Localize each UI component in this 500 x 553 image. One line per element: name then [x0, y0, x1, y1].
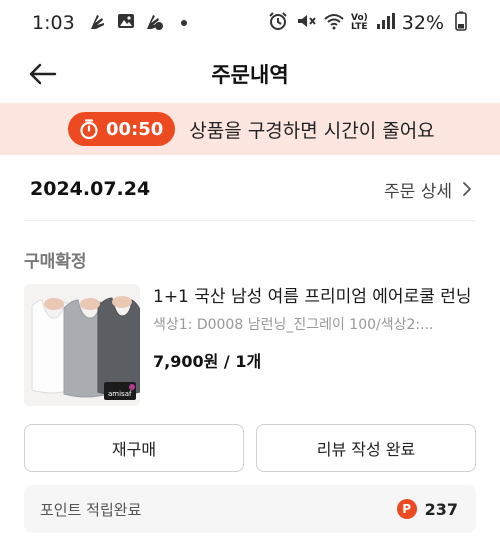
chevron-right-icon [463, 182, 471, 196]
order-detail-link[interactable]: 주문 상세 [384, 177, 474, 202]
wifi-icon [323, 11, 345, 36]
review-complete-button[interactable]: 리뷰 작성 완료 [256, 424, 476, 472]
hand-notification-icon [87, 11, 109, 36]
status-right-icons: Vo) LTE 32% [267, 11, 472, 36]
timer-message: 상품을 구경하면 시간이 줄어요 [189, 119, 435, 142]
product-name[interactable]: 1+1 국산 남성 여름 프리미엄 에어로쿨 런닝 [153, 284, 477, 310]
status-left-icons [87, 11, 187, 36]
page-title: 주문내역 [211, 63, 289, 87]
back-button[interactable] [22, 56, 62, 92]
status-bar: 1:03 Vo) LTE 32% [0, 0, 500, 46]
arrow-left-icon [29, 63, 57, 85]
battery-icon [450, 11, 472, 36]
order-status: 구매확정 [24, 252, 87, 272]
product-price: 7,900원 / 1개 [153, 352, 262, 371]
points-icon: P [396, 499, 417, 519]
signal-icon [374, 11, 396, 36]
order-date: 2024.07.24 [30, 178, 151, 200]
points-label: 포인트 적립완료 [40, 500, 142, 519]
product-option: 색상1: D0008 남런닝_진그레이 100/색상2:... [153, 317, 434, 333]
points-row: 포인트 적립완료 P 237 [24, 485, 476, 533]
points-value: 237 [424, 499, 458, 519]
rebuy-button[interactable]: 재구매 [24, 424, 244, 472]
timer-pill: 00:50 [68, 112, 176, 146]
action-buttons: 재구매 리뷰 작성 완료 [24, 424, 476, 472]
product-info: 1+1 국산 남성 여름 프리미엄 에어로쿨 런닝 색상1: D0008 남런닝… [153, 284, 477, 410]
brand-tag-text: amisaf [108, 390, 132, 398]
order-header: 2024.07.24 주문 상세 [0, 160, 500, 218]
lte-icon: Vo) LTE [350, 13, 368, 32]
product-thumbnail[interactable]: amisaf [24, 284, 140, 406]
stopwatch-icon [80, 119, 98, 140]
order-detail-label: 주문 상세 [384, 181, 452, 202]
app-header: 주문내역 [0, 46, 500, 102]
mute-icon [295, 11, 317, 36]
hand-notification-icon-2 [143, 11, 165, 36]
status-time: 1:03 [32, 12, 75, 34]
divider [24, 220, 476, 221]
timer-banner[interactable]: 00:50 상품을 구경하면 시간이 줄어요 [0, 103, 500, 155]
battery-percent: 32% [401, 12, 444, 34]
more-notifications-dot [180, 20, 187, 26]
product-item[interactable]: amisaf 1+1 국산 남성 여름 프리미엄 에어로쿨 런닝 색상1: D0… [24, 284, 480, 410]
alarm-icon [267, 11, 289, 36]
timer-value: 00:50 [106, 118, 164, 140]
points-amount: P 237 [396, 499, 458, 519]
image-notification-icon [115, 11, 137, 36]
